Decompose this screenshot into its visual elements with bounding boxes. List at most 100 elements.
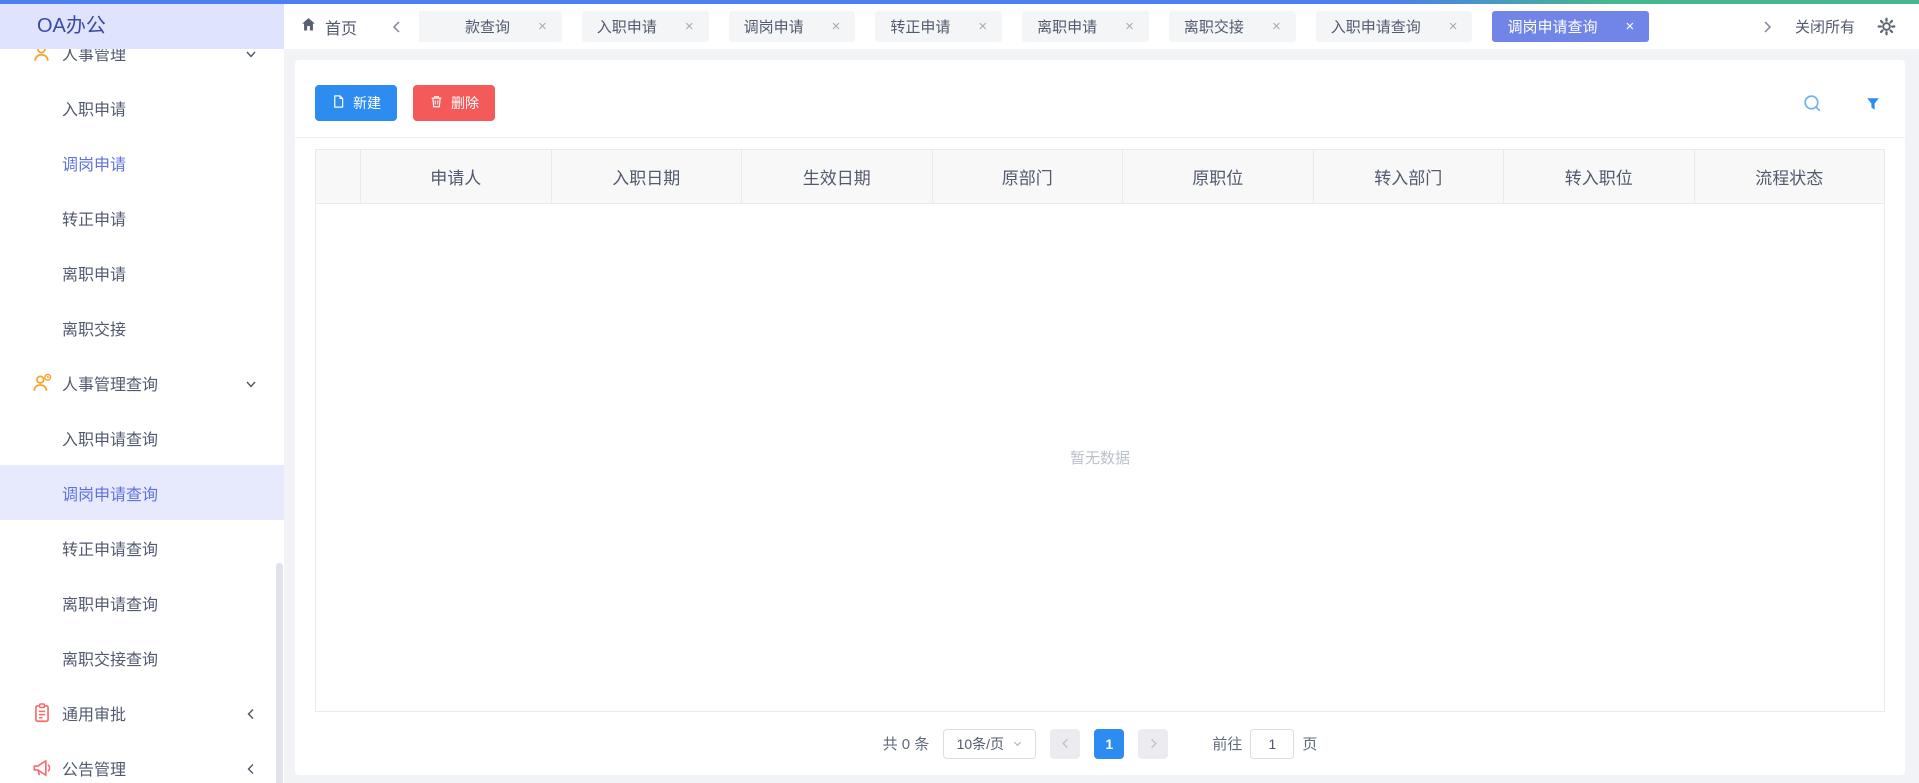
tab-bar: 首页 款查询 × 入职申请 × 调岗申请 × 转正申请	[284, 4, 1919, 49]
tab-transfer-application[interactable]: 调岗申请 ×	[729, 11, 856, 42]
tab-label: 转正申请	[890, 16, 950, 37]
document-icon	[331, 94, 346, 112]
filter-icon[interactable]	[1865, 96, 1881, 112]
app-title-text: OA办公	[37, 15, 106, 37]
tab-resignation-handover[interactable]: 离职交接 ×	[1169, 11, 1296, 42]
tab-label: 入职申请	[597, 16, 657, 37]
pagination-total: 共 0 条	[883, 733, 930, 754]
sidebar-item-label: 调岗申请查询	[62, 481, 158, 505]
megaphone-icon	[31, 757, 53, 779]
table-header-row: 申请人 入职日期 生效日期 原部门 原职位 转入部门 转入职位 流程状态	[316, 150, 1884, 204]
sidebar-item-label: 入职申请	[62, 96, 126, 120]
close-icon[interactable]: ×	[1449, 19, 1458, 34]
close-icon[interactable]: ×	[832, 19, 841, 34]
sidebar-item-onboarding-query[interactable]: 入职申请查询	[0, 410, 284, 465]
next-page-button[interactable]	[1138, 729, 1168, 759]
tab-label: 离职申请	[1037, 16, 1097, 37]
sidebar-item-resignation-query[interactable]: 离职申请查询	[0, 575, 284, 630]
sidebar-item-handover-query[interactable]: 离职交接查询	[0, 630, 284, 685]
page-number-button[interactable]: 1	[1094, 729, 1124, 759]
goto-prefix: 前往	[1212, 733, 1242, 754]
tab-loan-query[interactable]: 款查询 ×	[419, 11, 562, 42]
sidebar-item-label: 人事管理	[62, 49, 126, 65]
close-icon[interactable]: ×	[1272, 19, 1281, 34]
tab-transfer-query[interactable]: 调岗申请查询 ×	[1492, 11, 1649, 42]
sidebar-item-regularization-application[interactable]: 转正申请	[0, 190, 284, 245]
sidebar-menu: 人事管理 入职申请 调岗申请 转正申请 离职申请	[0, 49, 284, 783]
tab-onboarding-application[interactable]: 入职申请 ×	[582, 11, 709, 42]
sidebar-item-transfer-application[interactable]: 调岗申请	[0, 135, 284, 190]
sidebar-item-label: 离职申请	[62, 261, 126, 285]
sidebar-item-label: 入职申请查询	[62, 426, 158, 450]
pagination: 共 0 条 10条/页 1 前往 页	[315, 712, 1885, 775]
top-loading-bar	[0, 0, 1919, 4]
person-icon	[31, 49, 53, 64]
tabs-strip: 款查询 × 入职申请 × 调岗申请 × 转正申请 × 离职申请 ×	[419, 11, 1747, 42]
sidebar-item-label: 人事管理查询	[62, 371, 158, 395]
close-icon[interactable]: ×	[538, 19, 547, 34]
sidebar-item-label: 通用审批	[62, 701, 126, 725]
sidebar-item-resignation-handover[interactable]: 离职交接	[0, 300, 284, 355]
sidebar-item-label: 离职申请查询	[62, 591, 158, 615]
tab-scroll-right-button[interactable]	[1757, 17, 1777, 37]
sidebar-group-announcement-management[interactable]: 公告管理	[0, 740, 284, 783]
table-header-selection	[316, 150, 361, 203]
table-header-target-position[interactable]: 转入职位	[1504, 150, 1695, 203]
data-table: 申请人 入职日期 生效日期 原部门 原职位 转入部门 转入职位 流程状态 暂无数…	[315, 149, 1885, 712]
goto-page: 前往 页	[1212, 729, 1317, 759]
goto-page-input[interactable]	[1250, 729, 1294, 759]
sidebar-menu-inner: 人事管理 入职申请 调岗申请 转正申请 离职申请	[0, 49, 284, 783]
prev-page-button[interactable]	[1050, 729, 1080, 759]
table-header-hire-date[interactable]: 入职日期	[552, 150, 743, 203]
table-header-original-department[interactable]: 原部门	[933, 150, 1124, 203]
app-title: OA办公	[0, 4, 284, 49]
tab-home[interactable]: 首页	[300, 15, 357, 39]
page-size-select[interactable]: 10条/页	[943, 729, 1036, 759]
home-icon	[300, 16, 317, 38]
chevron-down-icon	[245, 49, 257, 59]
tab-regularization-application[interactable]: 转正申请 ×	[875, 11, 1002, 42]
sidebar-group-hr-query[interactable]: 人事管理查询	[0, 355, 284, 410]
sidebar-item-onboarding-application[interactable]: 入职申请	[0, 80, 284, 135]
close-icon[interactable]: ×	[685, 19, 694, 34]
tab-resignation-application[interactable]: 离职申请 ×	[1022, 11, 1149, 42]
delete-button-label: 删除	[451, 93, 479, 113]
close-icon[interactable]: ×	[978, 19, 987, 34]
table-header-applicant[interactable]: 申请人	[361, 150, 552, 203]
sidebar-item-regularization-query[interactable]: 转正申请查询	[0, 520, 284, 575]
empty-text: 暂无数据	[1070, 447, 1130, 468]
table-header-workflow-status[interactable]: 流程状态	[1695, 150, 1885, 203]
close-icon[interactable]: ×	[1125, 19, 1134, 34]
content-area: 新建 删除	[284, 49, 1919, 783]
chevron-down-icon	[245, 377, 257, 389]
search-icon[interactable]	[1802, 93, 1823, 114]
tab-onboarding-query[interactable]: 入职申请查询 ×	[1316, 11, 1473, 42]
table-header-original-position[interactable]: 原职位	[1123, 150, 1314, 203]
gear-icon[interactable]	[1877, 17, 1897, 37]
new-button-label: 新建	[353, 93, 381, 113]
sidebar-scrollbar-thumb[interactable]	[276, 563, 283, 783]
table-header-target-department[interactable]: 转入部门	[1314, 150, 1505, 203]
tab-label: 入职申请查询	[1331, 16, 1421, 37]
table-empty-placeholder: 暂无数据	[316, 204, 1884, 711]
sidebar-group-hr-management[interactable]: 人事管理	[0, 49, 284, 80]
sidebar-item-label: 转正申请	[62, 206, 126, 230]
clipboard-icon	[31, 702, 53, 724]
main-area: 首页 款查询 × 入职申请 × 调岗申请 × 转正申请	[284, 4, 1919, 783]
delete-button[interactable]: 删除	[413, 85, 495, 121]
table-header-effective-date[interactable]: 生效日期	[742, 150, 933, 203]
tab-label: 离职交接	[1184, 16, 1244, 37]
person-clock-icon	[31, 372, 53, 394]
chevron-down-icon	[1012, 738, 1023, 749]
sidebar-item-label: 公告管理	[62, 756, 126, 780]
sidebar-item-resignation-application[interactable]: 离职申请	[0, 245, 284, 300]
chevron-left-icon	[245, 707, 257, 719]
close-all-tabs-button[interactable]: 关闭所有	[1795, 16, 1855, 37]
sidebar-item-transfer-query[interactable]: 调岗申请查询	[0, 465, 284, 520]
tab-scroll-left-button[interactable]	[387, 17, 407, 37]
goto-suffix: 页	[1302, 733, 1317, 754]
close-icon[interactable]: ×	[1626, 19, 1635, 34]
new-button[interactable]: 新建	[315, 85, 397, 121]
trash-icon	[429, 94, 444, 112]
sidebar-group-general-approval[interactable]: 通用审批	[0, 685, 284, 740]
